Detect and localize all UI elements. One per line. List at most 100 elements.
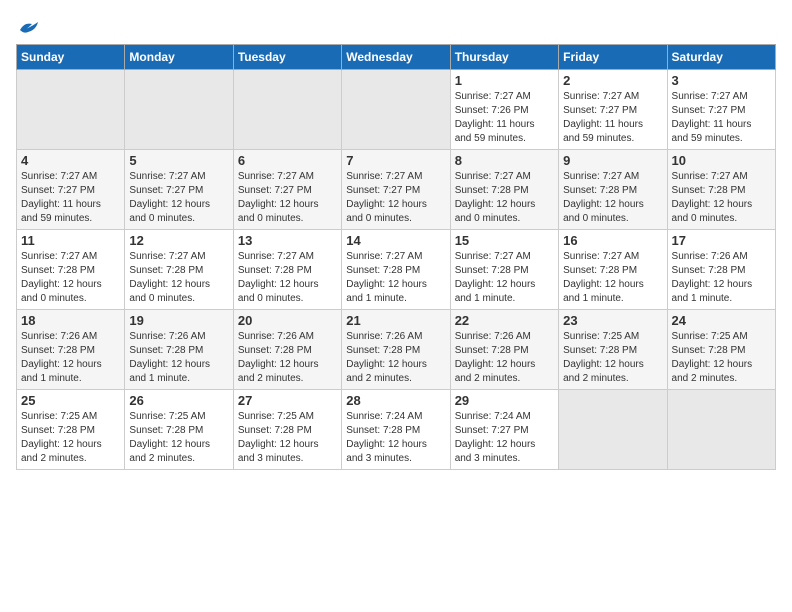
day-info: Sunrise: 7:27 AM Sunset: 7:28 PM Dayligh…: [346, 250, 445, 306]
calendar-cell: 6 Sunrise: 7:27 AM Sunset: 7:27 PM Daylig…: [233, 150, 341, 230]
calendar-cell: 16Sunrise: 7:27 AM Sunset: 7:28 PM Dayli…: [559, 230, 667, 310]
calendar-cell: 28 Sunrise: 7:24 AM Sunset: 7:28 PM Dayli…: [342, 390, 450, 470]
calendar-cell: 4 Sunrise: 7:27 AM Sunset: 7:27 PM Daylig…: [17, 150, 125, 230]
calendar-cell: 3 Sunrise: 7:27 AM Sunset: 7:27 PM Daylig…: [667, 70, 775, 150]
day-info: Sunrise: 7:24 AM Sunset: 7:27 PM Dayligh…: [455, 410, 554, 466]
day-number: 7: [346, 153, 445, 168]
calendar-week-row: 11 Sunrise: 7:27 AM Sunset: 7:28 PM Dayli…: [17, 230, 776, 310]
day-info: Sunrise: 7:27 AM Sunset: 7:28 PM Dayligh…: [672, 170, 771, 226]
day-info: Sunrise: 7:27 AM Sunset: 7:28 PM Dayligh…: [238, 250, 337, 306]
day-info: Sunrise: 7:27 AM Sunset: 7:27 PM Dayligh…: [238, 170, 337, 226]
day-info: Sunrise: 7:26 AM Sunset: 7:28 PM Dayligh…: [129, 330, 228, 386]
day-info: Sunrise: 7:25 AM Sunset: 7:28 PM Dayligh…: [672, 330, 771, 386]
day-info: Sunrise: 7:27 AM Sunset: 7:28 PM Dayligh…: [455, 250, 554, 306]
day-number: 16: [563, 233, 662, 248]
day-info: Sunrise: 7:26 AM Sunset: 7:28 PM Dayligh…: [346, 330, 445, 386]
day-number: 19: [129, 313, 228, 328]
calendar-cell: 14 Sunrise: 7:27 AM Sunset: 7:28 PM Dayli…: [342, 230, 450, 310]
day-number: 17: [672, 233, 771, 248]
day-number: 6: [238, 153, 337, 168]
day-info: Sunrise: 7:27 AM Sunset: 7:27 PM Dayligh…: [672, 90, 771, 146]
day-info: Sunrise: 7:25 AM Sunset: 7:28 PM Dayligh…: [238, 410, 337, 466]
day-info: Sunrise: 7:27 AM Sunset: 7:27 PM Dayligh…: [563, 90, 662, 146]
header-day-thursday: Thursday: [450, 45, 558, 70]
header-day-wednesday: Wednesday: [342, 45, 450, 70]
calendar-cell: 19 Sunrise: 7:26 AM Sunset: 7:28 PM Dayli…: [125, 310, 233, 390]
day-info: Sunrise: 7:27 AM Sunset: 7:28 PM Dayligh…: [455, 170, 554, 226]
day-number: 29: [455, 393, 554, 408]
header-day-tuesday: Tuesday: [233, 45, 341, 70]
day-number: 24: [672, 313, 771, 328]
calendar-cell: 5 Sunrise: 7:27 AM Sunset: 7:27 PM Daylig…: [125, 150, 233, 230]
day-number: 4: [21, 153, 120, 168]
day-number: 9: [563, 153, 662, 168]
day-number: 23: [563, 313, 662, 328]
calendar-week-row: 18 Sunrise: 7:26 AM Sunset: 7:28 PM Dayli…: [17, 310, 776, 390]
calendar-cell: 11 Sunrise: 7:27 AM Sunset: 7:28 PM Dayli…: [17, 230, 125, 310]
calendar-header-row: SundayMondayTuesdayWednesdayThursdayFrid…: [17, 45, 776, 70]
calendar-cell: 12Sunrise: 7:27 AM Sunset: 7:28 PM Dayli…: [125, 230, 233, 310]
day-info: Sunrise: 7:27 AM Sunset: 7:27 PM Dayligh…: [21, 170, 120, 226]
header: [16, 16, 776, 36]
calendar-cell: 22 Sunrise: 7:26 AM Sunset: 7:28 PM Dayli…: [450, 310, 558, 390]
day-info: Sunrise: 7:25 AM Sunset: 7:28 PM Dayligh…: [563, 330, 662, 386]
calendar-cell: 21 Sunrise: 7:26 AM Sunset: 7:28 PM Dayli…: [342, 310, 450, 390]
day-info: Sunrise: 7:27 AM Sunset: 7:26 PM Dayligh…: [455, 90, 554, 146]
day-number: 25: [21, 393, 120, 408]
day-number: 5: [129, 153, 228, 168]
calendar-cell: 10 Sunrise: 7:27 AM Sunset: 7:28 PM Dayli…: [667, 150, 775, 230]
calendar-cell: 13 Sunrise: 7:27 AM Sunset: 7:28 PM Dayli…: [233, 230, 341, 310]
day-info: Sunrise: 7:25 AM Sunset: 7:28 PM Dayligh…: [129, 410, 228, 466]
day-number: 11: [21, 233, 120, 248]
calendar-cell: 23 Sunrise: 7:25 AM Sunset: 7:28 PM Dayli…: [559, 310, 667, 390]
header-day-saturday: Saturday: [667, 45, 775, 70]
header-day-friday: Friday: [559, 45, 667, 70]
calendar-cell: 15 Sunrise: 7:27 AM Sunset: 7:28 PM Dayli…: [450, 230, 558, 310]
day-number: 22: [455, 313, 554, 328]
day-number: 21: [346, 313, 445, 328]
calendar-cell: [233, 70, 341, 150]
day-info: Sunrise: 7:25 AM Sunset: 7:28 PM Dayligh…: [21, 410, 120, 466]
calendar-cell: 1 Sunrise: 7:27 AM Sunset: 7:26 PM Daylig…: [450, 70, 558, 150]
day-number: 18: [21, 313, 120, 328]
day-number: 10: [672, 153, 771, 168]
calendar-cell: 25 Sunrise: 7:25 AM Sunset: 7:28 PM Dayli…: [17, 390, 125, 470]
day-number: 1: [455, 73, 554, 88]
day-number: 3: [672, 73, 771, 88]
day-number: 13: [238, 233, 337, 248]
logo: [16, 20, 42, 36]
day-info: Sunrise: 7:26 AM Sunset: 7:28 PM Dayligh…: [21, 330, 120, 386]
day-info: Sunrise: 7:27 AM Sunset: 7:28 PM Dayligh…: [21, 250, 120, 306]
day-info: Sunrise: 7:26 AM Sunset: 7:28 PM Dayligh…: [672, 250, 771, 306]
calendar-cell: 7 Sunrise: 7:27 AM Sunset: 7:27 PM Daylig…: [342, 150, 450, 230]
calendar-cell: 2 Sunrise: 7:27 AM Sunset: 7:27 PM Daylig…: [559, 70, 667, 150]
header-day-sunday: Sunday: [17, 45, 125, 70]
day-number: 14: [346, 233, 445, 248]
day-info: Sunrise: 7:26 AM Sunset: 7:28 PM Dayligh…: [455, 330, 554, 386]
calendar-cell: 24 Sunrise: 7:25 AM Sunset: 7:28 PM Dayli…: [667, 310, 775, 390]
day-number: 27: [238, 393, 337, 408]
calendar-week-row: 1 Sunrise: 7:27 AM Sunset: 7:26 PM Daylig…: [17, 70, 776, 150]
calendar-cell: 27 Sunrise: 7:25 AM Sunset: 7:28 PM Dayli…: [233, 390, 341, 470]
day-info: Sunrise: 7:27 AM Sunset: 7:27 PM Dayligh…: [129, 170, 228, 226]
day-number: 15: [455, 233, 554, 248]
calendar-week-row: 25 Sunrise: 7:25 AM Sunset: 7:28 PM Dayli…: [17, 390, 776, 470]
calendar-cell: 20Sunrise: 7:26 AM Sunset: 7:28 PM Dayli…: [233, 310, 341, 390]
calendar-table: SundayMondayTuesdayWednesdayThursdayFrid…: [16, 44, 776, 470]
calendar-cell: 26Sunrise: 7:25 AM Sunset: 7:28 PM Dayli…: [125, 390, 233, 470]
day-info: Sunrise: 7:27 AM Sunset: 7:28 PM Dayligh…: [563, 170, 662, 226]
day-info: Sunrise: 7:24 AM Sunset: 7:28 PM Dayligh…: [346, 410, 445, 466]
day-info: Sunrise: 7:27 AM Sunset: 7:27 PM Dayligh…: [346, 170, 445, 226]
calendar-cell: [559, 390, 667, 470]
calendar-cell: 8 Sunrise: 7:27 AM Sunset: 7:28 PM Daylig…: [450, 150, 558, 230]
calendar-cell: [342, 70, 450, 150]
calendar-week-row: 4 Sunrise: 7:27 AM Sunset: 7:27 PM Daylig…: [17, 150, 776, 230]
header-day-monday: Monday: [125, 45, 233, 70]
day-number: 20: [238, 313, 337, 328]
day-number: 28: [346, 393, 445, 408]
day-number: 8: [455, 153, 554, 168]
day-number: 2: [563, 73, 662, 88]
calendar-cell: [667, 390, 775, 470]
day-number: 12: [129, 233, 228, 248]
calendar-cell: 29 Sunrise: 7:24 AM Sunset: 7:27 PM Dayli…: [450, 390, 558, 470]
